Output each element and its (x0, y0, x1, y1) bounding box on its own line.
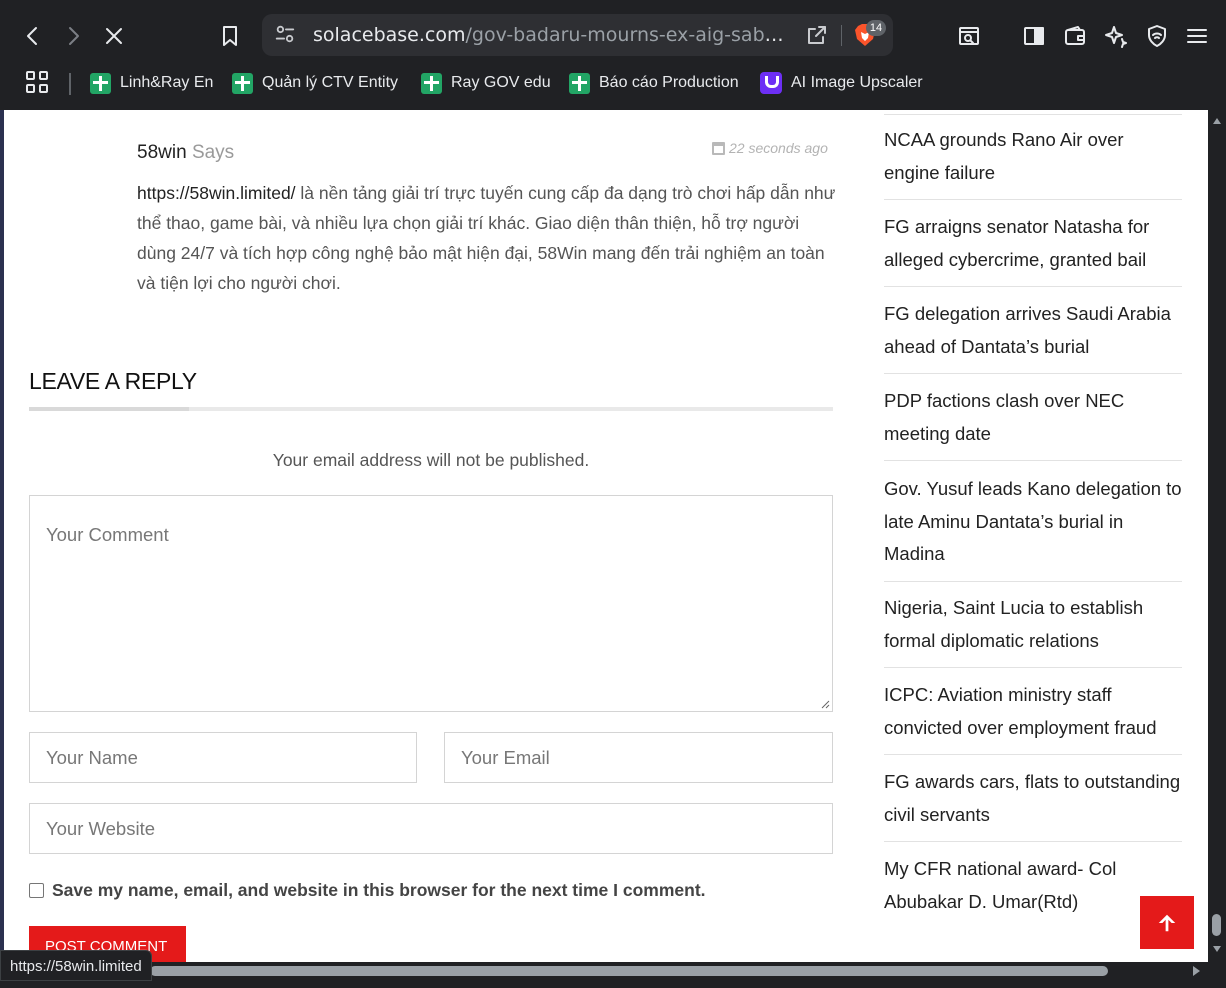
calendar-icon (712, 141, 725, 155)
horizontal-scrollbar[interactable] (0, 962, 1226, 980)
sidebar-news-item[interactable]: FG awards cars, flats to outstanding civ… (884, 766, 1182, 842)
link-status-bubble: https://58win.limited (0, 950, 152, 981)
sheets-icon (569, 72, 590, 94)
sidebar-panel-icon (1024, 27, 1044, 45)
email-privacy-note: Your email address will not be published… (272, 450, 590, 470)
vertical-scrollbar[interactable] (1208, 110, 1226, 962)
url-text[interactable]: solacebase.com/gov-badaru-mourns-ex-aig-… (313, 24, 788, 46)
sidebar-news-item[interactable]: Gov. Yusuf leads Kano delegation to late… (884, 473, 1182, 582)
apps-grid-icon[interactable] (26, 71, 50, 95)
comment-link[interactable]: https://58win.limited/ (137, 183, 296, 203)
bookmark-label: Linh&Ray En (120, 74, 214, 91)
comment-body: https://58win.limited/ là nền tảng giải … (137, 178, 837, 298)
bookmark-label: Ray GOV edu (451, 74, 551, 91)
forward-arrow-icon (69, 27, 79, 45)
browser-chrome: solacebase.com/gov-badaru-mourns-ex-aig-… (0, 0, 1226, 110)
bookmarks-bar: Linh&Ray En Quản lý CTV Entity Ray GOV e… (0, 64, 1226, 102)
wallet-button[interactable] (1059, 20, 1091, 52)
reader-mode-button[interactable] (953, 20, 985, 52)
save-info-row: Save my name, email, and website in this… (29, 880, 706, 901)
sidebar-news-item[interactable]: NCAA grounds Rano Air over engine failur… (884, 124, 1182, 200)
comment-author: 58win Says (137, 142, 234, 164)
name-field[interactable]: Your Name (29, 732, 417, 783)
comment-placeholder: Your Comment (46, 524, 169, 545)
bookmark-item[interactable]: AI Image Upscaler (760, 70, 923, 96)
bookmark-label: AI Image Upscaler (791, 74, 923, 91)
back-to-top-button[interactable] (1140, 896, 1194, 949)
bookmark-icon (223, 26, 237, 46)
sidebar-news-item[interactable]: FG arraigns senator Natasha for alleged … (884, 211, 1182, 287)
comment-textarea[interactable]: Your Comment (29, 495, 833, 712)
back-button[interactable] (17, 20, 49, 52)
website-field[interactable]: Your Website (29, 803, 833, 854)
save-info-checkbox[interactable] (29, 883, 44, 898)
bookmark-label: Báo cáo Production (599, 74, 739, 91)
bookmark-page-button[interactable] (214, 20, 246, 52)
upscaler-icon (760, 72, 782, 94)
resize-grip-icon[interactable] (820, 699, 830, 709)
sheets-icon (232, 72, 253, 94)
site-settings-icon[interactable] (274, 23, 298, 47)
leo-ai-button[interactable] (1100, 20, 1132, 52)
close-icon (106, 28, 122, 44)
url-path: /gov-badaru-mourns-ex-aig-sabo-ibra... (465, 24, 789, 46)
name-placeholder: Your Name (46, 747, 138, 768)
bookmark-item[interactable]: Linh&Ray En (90, 70, 213, 96)
sidebar-news-item[interactable]: Nigeria, Saint Lucia to establish formal… (884, 592, 1182, 668)
scroll-right-icon[interactable] (1193, 966, 1200, 976)
bookmark-item[interactable]: Quản lý CTV Entity (232, 70, 398, 96)
scroll-up-icon[interactable] (1213, 118, 1221, 124)
sheets-icon (90, 72, 111, 94)
arrow-up-icon (1158, 914, 1176, 931)
email-placeholder: Your Email (461, 747, 550, 768)
page-viewport: 58win Says 22 seconds ago https://58win.… (4, 110, 1208, 962)
comment-time-text: 22 seconds ago (729, 140, 828, 156)
comment-author-name[interactable]: 58win (137, 142, 187, 163)
sheets-icon (421, 72, 442, 94)
main-menu-button[interactable] (1181, 20, 1213, 52)
bookmarks-divider (69, 73, 71, 95)
bookmark-item[interactable]: Báo cáo Production (569, 70, 739, 96)
shields-count-badge: 14 (866, 20, 886, 36)
wallet-icon (1065, 26, 1085, 45)
url-host: solacebase.com (313, 24, 466, 46)
vpn-button[interactable] (1141, 20, 1173, 52)
website-placeholder: Your Website (46, 818, 156, 839)
sidebar-toggle-button[interactable] (1018, 20, 1050, 52)
sidebar-news-item[interactable]: ICPC: Aviation ministry staff convicted … (884, 679, 1182, 755)
shield-icon (1148, 25, 1166, 47)
comment-says: Says (191, 142, 235, 163)
leave-reply-heading: LEAVE A REPLY (29, 368, 197, 394)
vertical-scroll-thumb[interactable] (1212, 914, 1221, 936)
address-bar[interactable]: solacebase.com/gov-badaru-mourns-ex-aig-… (262, 14, 893, 56)
browser-toolbar: solacebase.com/gov-badaru-mourns-ex-aig-… (0, 0, 1226, 64)
bookmark-item[interactable]: Ray GOV edu (421, 70, 551, 96)
address-divider (841, 25, 842, 46)
bookmark-label: Quản lý CTV Entity (262, 74, 399, 91)
horizontal-scroll-thumb[interactable] (150, 966, 1108, 976)
comment-timestamp: 22 seconds ago (712, 140, 828, 156)
stop-loading-button[interactable] (98, 20, 130, 52)
sidebar-news-item[interactable]: My CFR national award- Col Abubakar D. U… (884, 853, 1182, 928)
save-info-label[interactable]: Save my name, email, and website in this… (52, 880, 706, 901)
sparkle-icon (1105, 26, 1127, 48)
sidebar-divider (884, 114, 1182, 115)
forward-button[interactable] (57, 20, 89, 52)
sidebar-news-item[interactable]: FG delegation arrives Saudi Arabia ahead… (884, 298, 1182, 374)
hamburger-menu-icon (1187, 29, 1207, 43)
scroll-down-icon[interactable] (1213, 946, 1221, 952)
share-icon[interactable] (805, 23, 831, 49)
reader-search-icon (959, 27, 979, 45)
sidebar-news-item[interactable]: PDP factions clash over NEC meeting date (884, 385, 1182, 461)
back-arrow-icon (27, 27, 37, 45)
email-field[interactable]: Your Email (444, 732, 833, 783)
window-bottom-edge (0, 980, 1226, 988)
heading-rule-accent (29, 407, 189, 411)
